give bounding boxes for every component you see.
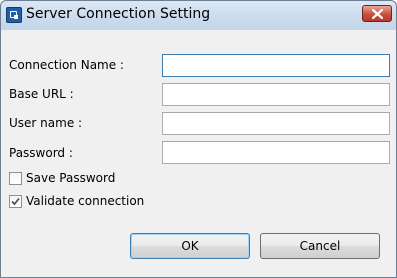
close-icon: [372, 9, 383, 19]
close-button[interactable]: [362, 5, 392, 22]
save-password-checkbox[interactable]: [9, 172, 22, 185]
title-bar[interactable]: Server Connection Setting: [1, 1, 396, 28]
password-input[interactable]: [162, 141, 390, 164]
cancel-button[interactable]: Cancel: [260, 233, 380, 259]
connection-name-label: Connection Name :: [9, 58, 124, 72]
user-name-input[interactable]: [162, 112, 390, 135]
ok-button[interactable]: OK: [130, 233, 250, 259]
password-label: Password :: [9, 146, 73, 160]
validate-connection-checkbox[interactable]: [9, 195, 22, 208]
validate-connection-label[interactable]: Validate connection: [26, 194, 144, 208]
app-icon: [6, 7, 22, 23]
base-url-input[interactable]: [162, 83, 390, 106]
user-name-label: User name :: [9, 116, 83, 130]
checkmark-icon: [11, 197, 20, 206]
window-title: Server Connection Setting: [26, 6, 211, 22]
dialog-window: Server Connection Setting Connection Nam…: [0, 0, 397, 278]
connection-name-input[interactable]: [162, 54, 390, 77]
save-password-label[interactable]: Save Password: [26, 171, 115, 185]
base-url-label: Base URL :: [9, 87, 74, 101]
